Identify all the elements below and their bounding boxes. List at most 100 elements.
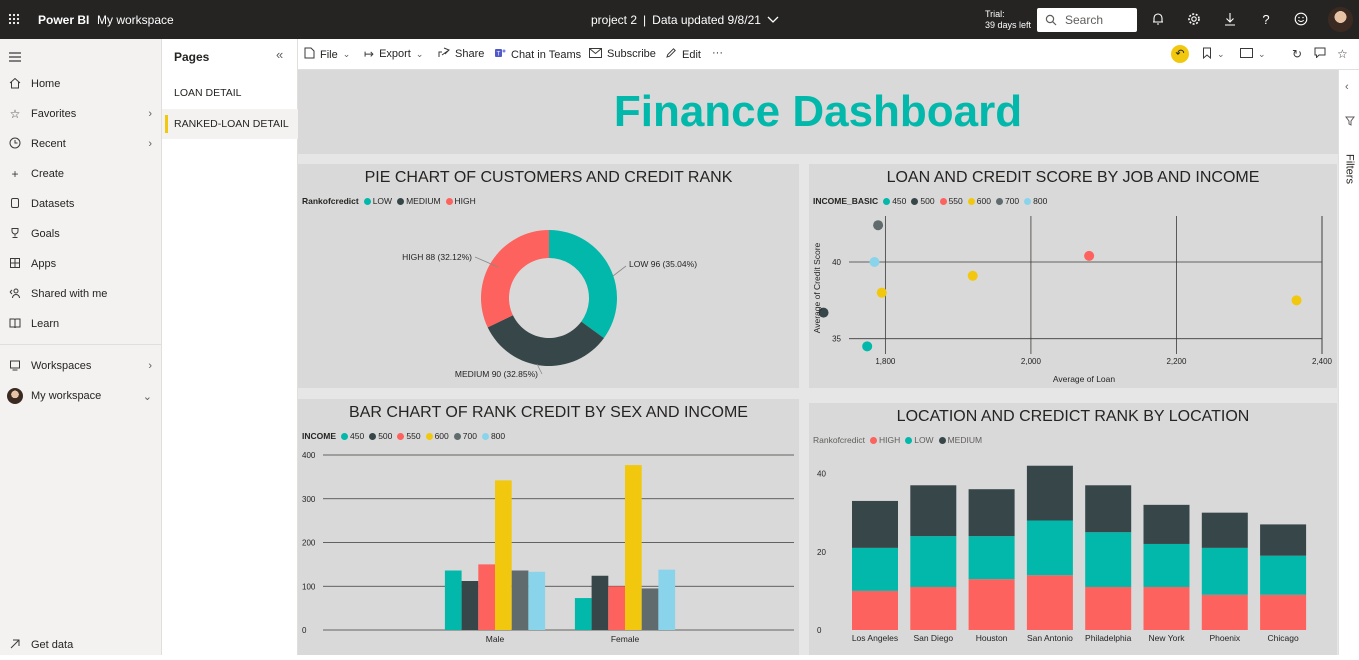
teams-icon: T (494, 47, 506, 62)
file-icon (304, 47, 315, 62)
stacked-column-chart-visual[interactable]: LOCATION AND CREDICT RANK BY LOCATION Ra… (809, 403, 1337, 655)
chat-label: Chat in Teams (511, 48, 582, 61)
download-icon[interactable] (1222, 12, 1238, 28)
nav-item-workspaces[interactable]: Workspaces › (0, 351, 162, 381)
share-button[interactable]: Share (438, 47, 484, 61)
stacked-segment-high (1085, 586, 1132, 630)
nav-item-home[interactable]: Home (0, 69, 162, 99)
help-icon[interactable]: ? (1258, 12, 1274, 28)
page-tab-loan-detail[interactable]: LOAN DETAIL (162, 78, 298, 108)
x-tick-label: Female (611, 634, 640, 644)
stacked-segment-low (1026, 520, 1073, 576)
y-tick-label: 200 (302, 539, 316, 548)
page-tab-ranked-loan-detail[interactable]: RANKED-LOAN DETAIL (162, 109, 298, 139)
pie-chart-visual[interactable]: PIE CHART OF CUSTOMERS AND CREDIT RANK R… (298, 164, 799, 388)
x-tick-label: New York (1149, 633, 1186, 643)
bar-female-550 (608, 586, 625, 630)
y-tick-label: 100 (302, 582, 316, 591)
subscribe-button[interactable]: Subscribe (589, 47, 656, 61)
chevron-right-icon[interactable]: › (148, 360, 152, 372)
stacked-segment-medium (1143, 504, 1190, 544)
report-canvas: Finance Dashboard PIE CHART OF CUSTOMERS… (298, 70, 1338, 655)
chevron-right-icon[interactable]: › (148, 108, 152, 120)
y-tick-label: 300 (302, 495, 316, 504)
nav-item-create[interactable]: + Create (0, 159, 162, 189)
report-info[interactable]: project 2 | Data updated 9/8/21 (591, 13, 779, 27)
product-name[interactable]: Power BI (38, 13, 89, 27)
x-tick-label: 2,400 (1312, 357, 1333, 366)
favorite-button[interactable]: ☆ (1337, 47, 1348, 61)
scatter-chart-visual[interactable]: LOAN AND CREDIT SCORE BY JOB AND INCOME … (809, 164, 1337, 388)
bell-icon[interactable] (1150, 12, 1166, 28)
nav-item-label: Shared with me (31, 288, 108, 300)
user-avatar[interactable] (1328, 7, 1353, 32)
trial-days-left: 39 days left (985, 20, 1032, 30)
nav-item-apps[interactable]: Apps (0, 249, 162, 279)
bar-female-450 (574, 598, 592, 630)
nav-item-recent[interactable]: Recent › (0, 129, 162, 159)
search-icon (1045, 14, 1057, 26)
search-box[interactable]: Search (1037, 8, 1137, 32)
nav-item-shared-with-me[interactable]: Shared with me (0, 279, 162, 309)
stacked-segment-medium (968, 489, 1015, 537)
expand-filters-icon[interactable]: ‹ (1345, 81, 1349, 93)
chevron-down-icon[interactable] (767, 13, 779, 27)
shared-icon (7, 287, 23, 302)
stacked-segment-medium (1260, 524, 1307, 556)
edit-button[interactable]: Edit (665, 47, 701, 62)
y-tick-label: 40 (817, 470, 826, 479)
chevron-right-icon[interactable]: › (148, 138, 152, 150)
bar-male-450 (444, 570, 462, 630)
clock-icon (7, 137, 23, 152)
nav-item-learn[interactable]: Learn (0, 309, 162, 339)
refresh-button[interactable]: ↻ (1292, 47, 1302, 61)
more-options-button[interactable]: ··· (712, 47, 723, 59)
scatter-point-600 (1291, 295, 1302, 306)
nav-item-my-workspace[interactable]: My workspace ⌄ (0, 381, 162, 411)
chevron-down-icon[interactable]: ⌄ (143, 390, 152, 403)
x-tick-label: Los Angeles (852, 633, 898, 643)
view-button[interactable]: ⌄ (1240, 47, 1266, 61)
comment-button[interactable] (1314, 47, 1326, 61)
dashboard-title: Finance Dashboard (613, 87, 1023, 136)
nav-item-get-data[interactable]: Get data (0, 630, 162, 660)
export-label: Export (379, 48, 411, 60)
chat-in-teams-button[interactable]: T Chat in Teams (494, 47, 581, 62)
mail-icon (589, 47, 602, 61)
stacked-segment-medium (1085, 485, 1132, 533)
reset-icon[interactable]: ↶ (1171, 45, 1189, 63)
svg-text:T: T (497, 52, 501, 58)
stacked-segment-low (1085, 532, 1132, 587)
y-tick-label: 0 (817, 626, 822, 635)
bar-chart-visual[interactable]: BAR CHART OF RANK CREDIT BY SEX AND INCO… (298, 399, 799, 655)
stacked-segment-low (1143, 543, 1190, 587)
nav-item-datasets[interactable]: Datasets (0, 189, 162, 219)
donut-chart: LOW 96 (35.04%) MEDIUM 90 (32.85%) HIGH 88… (402, 230, 697, 379)
app-launcher-icon[interactable] (8, 13, 20, 25)
nav-item-label: Apps (31, 258, 57, 270)
data-label: HIGH 88 (32.12%) (402, 252, 472, 262)
book-icon (7, 317, 23, 332)
export-menu-button[interactable]: ↦ Export ⌄ (364, 47, 423, 61)
filters-pane[interactable]: ‹ Filters (1338, 70, 1359, 655)
bar-male-550 (478, 564, 495, 630)
nav-item-goals[interactable]: Goals (0, 219, 162, 249)
star-icon: ☆ (1337, 47, 1348, 61)
leader-line (612, 265, 627, 277)
bar-female-500 (591, 575, 609, 630)
file-menu-button[interactable]: File ⌄ (304, 47, 350, 62)
hamburger-menu-icon[interactable] (9, 49, 21, 65)
y-tick-label: 35 (832, 335, 841, 344)
nav-item-favorites[interactable]: ☆ Favorites › (0, 99, 162, 129)
collapse-pane-icon[interactable]: « (276, 47, 283, 62)
bookmark-button[interactable]: ⌄ (1202, 47, 1225, 62)
title-banner: Finance Dashboard (298, 70, 1338, 154)
donut-slice-low (549, 230, 617, 339)
share-icon (438, 47, 451, 61)
workspace-breadcrumb[interactable]: My workspace (97, 13, 174, 27)
nav-item-label: Datasets (31, 198, 75, 210)
gear-icon[interactable] (1186, 12, 1202, 28)
trial-status[interactable]: Trial: 39 days left (985, 9, 1031, 31)
feedback-smiley-icon[interactable] (1293, 12, 1309, 28)
stacked-segment-high (852, 590, 898, 630)
